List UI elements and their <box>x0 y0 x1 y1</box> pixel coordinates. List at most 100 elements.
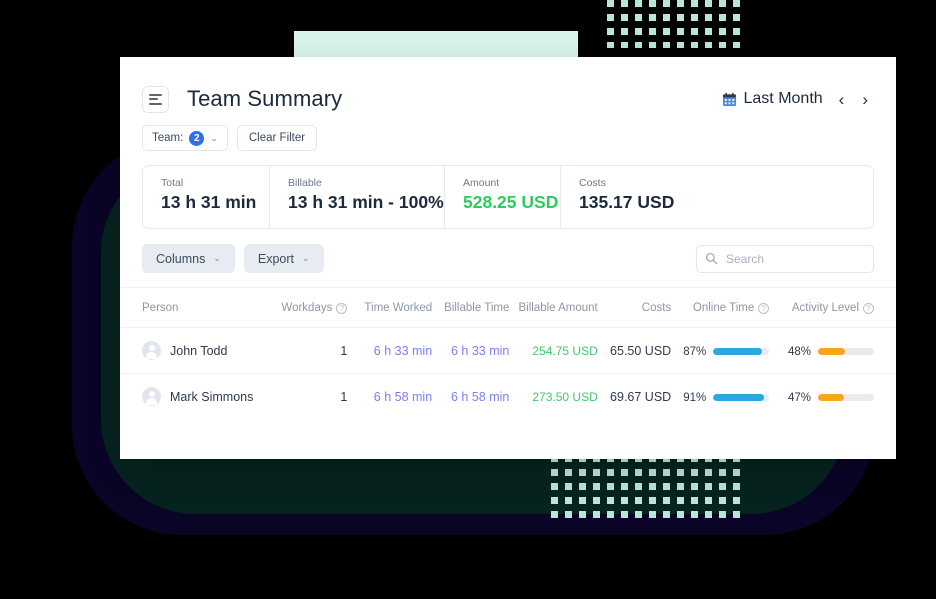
column-header-activity-level[interactable]: Activity Level ? <box>787 288 896 328</box>
chevron-down-icon: ⌄ <box>213 253 221 263</box>
column-header-costs[interactable]: Costs <box>609 288 684 328</box>
chevron-down-icon: ⌄ <box>302 253 310 263</box>
cell-person: John Todd <box>120 327 281 374</box>
table-row[interactable]: Mark Simmons 1 6 h 58 min 6 h 58 min 273… <box>120 374 896 420</box>
cell-costs: 65.50 USD <box>609 327 684 374</box>
help-icon[interactable]: ? <box>336 302 348 314</box>
card-header: Team Summary Last Month ‹ › <box>120 57 896 119</box>
table-body: John Todd 1 6 h 33 min 6 h 33 min 254.75… <box>120 327 896 420</box>
column-header-person[interactable]: Person <box>120 288 281 328</box>
stat-amount-label: Amount <box>463 177 500 189</box>
cell-workdays: 1 <box>340 389 348 404</box>
online-time-bar-fill <box>713 348 762 355</box>
column-label-online-time: Online Time <box>692 302 755 314</box>
column-label-activity-level: Activity Level <box>791 302 859 314</box>
billable-time-link[interactable]: 6 h 33 min <box>451 344 509 358</box>
columns-button[interactable]: Columns ⌄ <box>142 244 235 273</box>
decorative-dot-grid-top <box>607 0 740 48</box>
activity-level-bar <box>818 394 874 401</box>
column-header-online-time[interactable]: Online Time ? <box>683 288 788 328</box>
help-icon[interactable]: ? <box>758 302 770 314</box>
billable-amount-value: 273.50 USD <box>532 389 598 404</box>
summary-stats-panel: Total 13 h 31 min Billable 13 h 31 min -… <box>142 165 874 229</box>
cell-billable-time: 6 h 33 min <box>438 327 516 374</box>
next-period-button[interactable]: › <box>860 91 870 108</box>
date-range-selector[interactable]: Last Month <box>722 90 823 108</box>
person-name: Mark Simmons <box>170 389 254 404</box>
activity-level-percent: 47% <box>787 391 811 404</box>
column-label-billable-time: Billable Time <box>444 302 510 314</box>
user-avatar-icon <box>142 387 161 406</box>
table-row[interactable]: John Todd 1 6 h 33 min 6 h 33 min 254.75… <box>120 327 896 374</box>
team-filter-label: Team: <box>152 132 184 144</box>
activity-level-bar-fill <box>818 348 845 355</box>
decorative-dot-grid-bottom <box>551 455 740 525</box>
column-label-workdays: Workdays <box>281 302 333 314</box>
cell-time-worked: 6 h 33 min <box>359 327 439 374</box>
stat-billable: Billable 13 h 31 min - 100% <box>269 166 444 228</box>
activity-level-bar <box>818 348 874 355</box>
cell-billable-amount: 254.75 USD <box>515 327 610 374</box>
stat-total-value: 13 h 31 min <box>161 192 257 212</box>
stat-amount-value: 528.25 USD <box>463 192 559 212</box>
column-label-person: Person <box>142 302 179 314</box>
help-icon[interactable]: ? <box>863 302 874 314</box>
column-header-time-worked[interactable]: Time Worked <box>359 288 439 328</box>
cell-online-time: 91% <box>683 374 787 420</box>
stat-total: Total 13 h 31 min <box>143 166 269 228</box>
search-container <box>696 244 874 273</box>
person-name: John Todd <box>170 343 228 358</box>
export-button-label: Export <box>257 251 295 266</box>
table-head: Person Workdays ? Time Worked Billable T… <box>120 288 896 328</box>
table-header-row: Person Workdays ? Time Worked Billable T… <box>120 288 896 328</box>
online-time-percent: 91% <box>683 391 707 404</box>
stat-costs: Costs 135.17 USD <box>560 166 873 228</box>
cell-billable-time: 6 h 58 min <box>438 374 515 420</box>
cell-billable-amount: 273.50 USD <box>515 374 609 420</box>
stat-costs-label: Costs <box>579 177 606 189</box>
team-filter-dropdown[interactable]: Team: 2 ⌄ <box>142 125 228 151</box>
cell-online-time: 87% <box>683 327 788 374</box>
column-label-time-worked: Time Worked <box>364 302 433 314</box>
page-title: Team Summary <box>187 86 343 111</box>
column-header-billable-amount[interactable]: Billable Amount <box>515 288 610 328</box>
screenshot-canvas: Team Summary Last Month ‹ › Team: 2 ⌄ Cl… <box>0 0 936 599</box>
cell-workdays: 1 <box>280 327 360 374</box>
time-worked-link[interactable]: 6 h 33 min <box>374 344 432 358</box>
cell-activity-level: 47% <box>787 374 896 420</box>
column-header-billable-time[interactable]: Billable Time <box>438 288 516 328</box>
column-header-workdays[interactable]: Workdays ? <box>280 288 360 328</box>
user-avatar-icon <box>142 341 161 360</box>
team-summary-table: Person Workdays ? Time Worked Billable T… <box>120 288 896 419</box>
calendar-icon <box>722 92 737 107</box>
stat-costs-value: 135.17 USD <box>579 192 675 212</box>
billable-time-link[interactable]: 6 h 58 min <box>451 390 509 404</box>
team-filter-count-badge: 2 <box>189 130 205 146</box>
export-button[interactable]: Export ⌄ <box>243 244 324 273</box>
search-input[interactable] <box>696 244 874 273</box>
cell-activity-level: 48% <box>787 327 896 374</box>
prev-period-button[interactable]: ‹ <box>837 91 847 108</box>
clear-filter-button[interactable]: Clear Filter <box>236 125 318 151</box>
column-label-costs: Costs <box>641 302 672 314</box>
stat-amount: Amount 528.25 USD <box>444 166 560 228</box>
filter-bar: Team: 2 ⌄ Clear Filter <box>120 119 896 151</box>
cell-time-worked: 6 h 58 min <box>359 374 438 420</box>
column-label-billable-amount: Billable Amount <box>518 302 598 314</box>
chevron-down-icon: ⌄ <box>210 132 218 143</box>
time-worked-link[interactable]: 6 h 58 min <box>374 390 432 404</box>
stat-billable-value: 13 h 31 min - 100% <box>288 192 444 212</box>
hamburger-menu-icon[interactable] <box>142 85 169 113</box>
stat-total-label: Total <box>161 177 184 189</box>
cell-costs: 69.67 USD <box>610 389 672 404</box>
online-time-bar <box>713 348 770 355</box>
online-time-bar <box>713 394 770 401</box>
stat-billable-label: Billable <box>288 177 322 189</box>
online-time-percent: 87% <box>683 345 707 358</box>
columns-button-label: Columns <box>156 251 206 266</box>
cell-person: Mark Simmons <box>120 374 281 420</box>
activity-level-bar-fill <box>818 394 845 401</box>
table-toolbar: Columns ⌄ Export ⌄ <box>120 229 896 288</box>
online-time-bar-fill <box>713 394 765 401</box>
header-actions: Last Month ‹ › <box>722 90 871 108</box>
